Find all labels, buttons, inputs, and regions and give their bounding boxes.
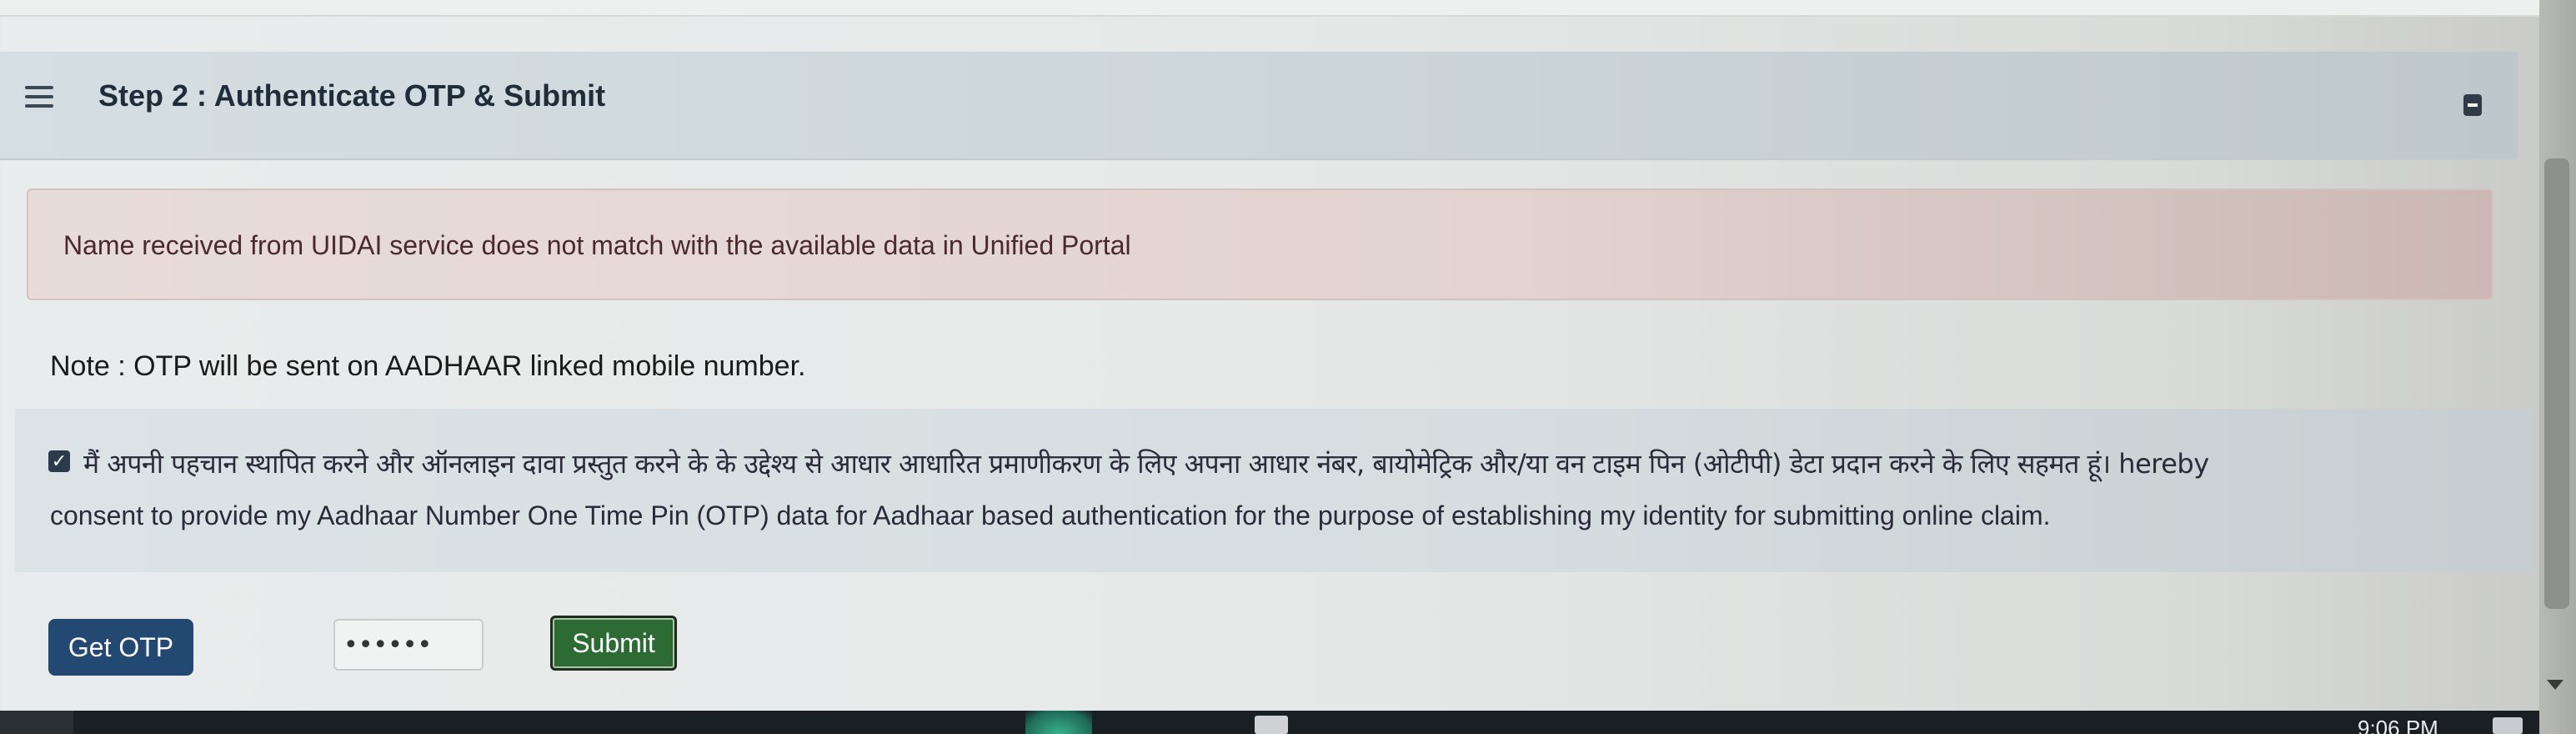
consent-text-hindi: मैं अपनी पहचान स्थापित करने और ऑनलाइन दा… xyxy=(83,448,2209,480)
taskbar-clock[interactable]: 9:06 PM xyxy=(2358,716,2438,734)
minus-square-icon[interactable] xyxy=(2463,94,2482,116)
consent-checkbox[interactable]: ✓ xyxy=(48,450,70,472)
consent-text-english: consent to provide my Aadhaar Number One… xyxy=(50,500,2051,530)
top-strip xyxy=(0,0,2576,17)
scrollbar-thumb[interactable] xyxy=(2544,158,2569,609)
submit-button[interactable]: Submit xyxy=(550,616,677,671)
taskbar: 9:06 PM xyxy=(0,711,2539,734)
taskbar-window-icon[interactable] xyxy=(1255,716,1288,734)
start-button[interactable] xyxy=(0,711,73,734)
hamburger-menu-icon[interactable] xyxy=(25,86,53,108)
taskbar-tray-icon[interactable] xyxy=(2493,717,2523,734)
scroll-down-arrow-icon[interactable] xyxy=(2547,680,2563,690)
alert-message: Name received from UIDAI service does no… xyxy=(63,230,1131,260)
get-otp-button[interactable]: Get OTP xyxy=(48,619,193,676)
otp-input[interactable] xyxy=(333,619,484,671)
alert-box: Name received from UIDAI service does no… xyxy=(27,189,2493,300)
taskbar-app-icon[interactable] xyxy=(1025,711,1092,734)
otp-note: Note : OTP will be sent on AADHAAR linke… xyxy=(50,350,806,382)
card-title: Step 2 : Authenticate OTP & Submit xyxy=(98,78,606,113)
consent-box: ✓ मैं अपनी पहचान स्थापित करने और ऑनलाइन … xyxy=(15,409,2533,572)
